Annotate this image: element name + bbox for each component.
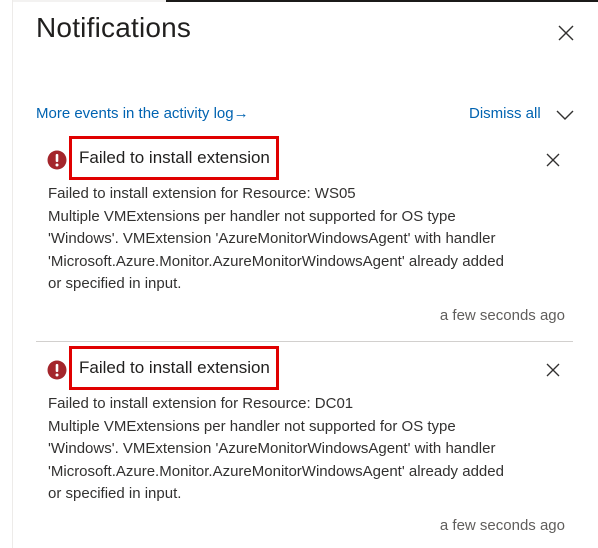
arrow-right-icon: → [233, 105, 249, 122]
close-icon [546, 153, 560, 167]
error-icon [47, 360, 67, 380]
message-line: Failed to install extension for Resource… [48, 185, 356, 202]
message-line: 'Windows'. VMExtension 'AzureMonitorWind… [48, 230, 496, 247]
chevron-down-icon [556, 110, 574, 120]
message-line: Multiple VMExtensions per handler not su… [48, 417, 456, 435]
error-icon [47, 150, 67, 170]
close-panel-button[interactable] [557, 24, 575, 42]
notification-title: Failed to install extension [69, 136, 279, 180]
notification-card: Failed to install extension Failed to in… [36, 130, 573, 338]
activity-log-link-label: More events in the activity log [36, 105, 234, 122]
message-line: or specified in input. [48, 485, 182, 502]
message-line: Failed to install extension for Resource… [48, 395, 354, 412]
notification-title: Failed to install extension [69, 346, 279, 390]
message-line: or specified in input. [48, 275, 182, 292]
left-rail [0, 0, 13, 548]
notifications-panel: Notifications More events in the activit… [13, 2, 598, 548]
close-icon [546, 363, 560, 377]
message-line: 'Windows'. VMExtension 'AzureMonitorWind… [48, 440, 496, 457]
panel-title: Notifications [36, 12, 192, 43]
notification-message: Failed to install extension for Resource… [48, 183, 568, 296]
dismiss-menu-button[interactable] [556, 108, 574, 120]
notification-message: Failed to install extension for Resource… [48, 393, 568, 506]
close-icon [558, 25, 574, 41]
notification-card: Failed to install extension Failed to in… [36, 340, 573, 548]
message-line: 'Microsoft.Azure.Monitor.AzureMonitorWin… [48, 462, 504, 480]
notification-time: a few seconds ago [439, 307, 565, 324]
message-line: Multiple VMExtensions per handler not su… [48, 207, 456, 225]
dismiss-all-button[interactable]: Dismiss all [469, 105, 541, 122]
dismiss-notification-button[interactable] [546, 153, 560, 167]
dismiss-notification-button[interactable] [546, 363, 560, 377]
message-line: 'Microsoft.Azure.Monitor.AzureMonitorWin… [48, 252, 504, 270]
notification-time: a few seconds ago [439, 517, 565, 534]
activity-log-link[interactable]: More events in the activity log→ [36, 105, 249, 122]
